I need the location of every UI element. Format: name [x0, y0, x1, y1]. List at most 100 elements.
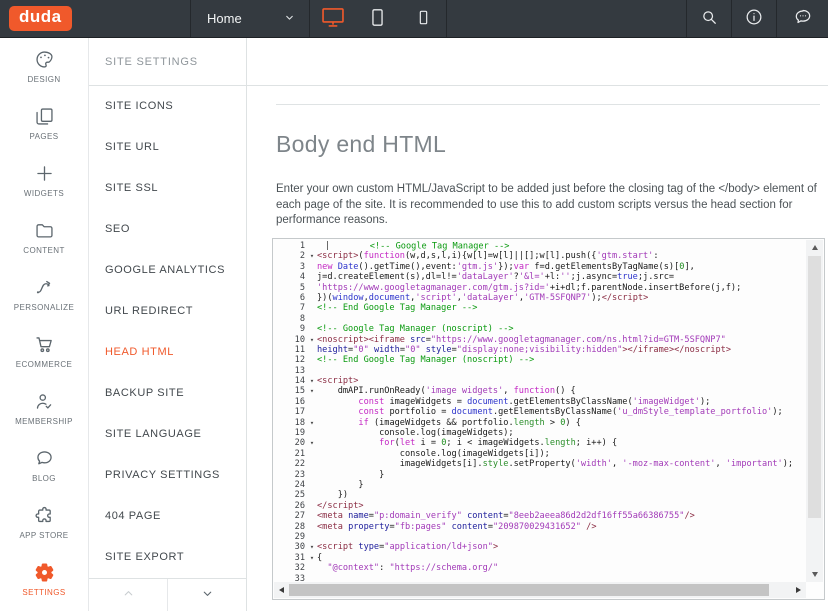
fold-gutter — [307, 563, 317, 573]
nav-item-personalize[interactable]: PERSONALIZE — [0, 266, 88, 323]
nav-item-blog[interactable]: BLOG — [0, 437, 88, 494]
code-text: <noscript><iframe src="https://www.googl… — [317, 335, 805, 345]
fold-gutter — [307, 490, 317, 500]
code-line: 5'https://www.googletagmanager.com/gtm.j… — [273, 283, 805, 293]
fold-arrow-icon[interactable]: ▾ — [307, 553, 317, 563]
settings-menu-item-site-icons[interactable]: SITE ICONS — [89, 85, 246, 126]
code-line: 23 } — [273, 470, 805, 480]
code-text: const portfolio = document.getElementsBy… — [317, 407, 805, 417]
line-number: 8 — [273, 314, 307, 324]
topbar-spacer — [447, 0, 686, 37]
fold-gutter — [307, 241, 317, 251]
vertical-scrollbar-thumb[interactable] — [808, 256, 821, 518]
fold-arrow-icon[interactable]: ▾ — [307, 376, 317, 386]
desktop-preview-button[interactable] — [310, 0, 355, 37]
nav-item-widgets[interactable]: WIDGETS — [0, 152, 88, 209]
code-text: </script> — [317, 501, 805, 511]
shuffle-icon — [34, 277, 55, 298]
page-selector-dropdown[interactable]: Home — [190, 0, 310, 37]
search-button[interactable] — [686, 0, 731, 37]
chat-bubble-icon — [34, 448, 55, 469]
settings-menu-item-seo[interactable]: SEO — [89, 208, 246, 249]
logo-section: duda — [0, 0, 190, 37]
line-number: 14 — [273, 376, 307, 386]
main-nav: DESIGNPAGESWIDGETSCONTENTPERSONALIZEECOM… — [0, 38, 89, 611]
settings-menu-item-site-language[interactable]: SITE LANGUAGE — [89, 413, 246, 454]
code-editor[interactable]: 1 <!-- Google Tag Manager -->2▾<script>(… — [272, 238, 825, 600]
nav-item-label: BLOG — [32, 474, 56, 483]
settings-menu-item-head-html[interactable]: HEAD HTML — [89, 331, 246, 372]
fold-arrow-icon[interactable]: ▾ — [307, 386, 317, 396]
line-number: 10 — [273, 335, 307, 345]
code-line: 12<!-- End Google Tag Manager (noscript)… — [273, 355, 805, 365]
line-number: 15 — [273, 386, 307, 396]
settings-menu-item-site-export[interactable]: SITE EXPORT — [89, 536, 246, 577]
fold-arrow-icon[interactable]: ▾ — [307, 251, 317, 261]
line-number: 2 — [273, 251, 307, 261]
line-number: 5 — [273, 283, 307, 293]
settings-menu-item-privacy-settings[interactable]: PRIVACY SETTINGS — [89, 454, 246, 495]
nav-item-ecommerce[interactable]: ECOMMERCE — [0, 323, 88, 380]
scrollbar-left-arrow-icon[interactable] — [274, 582, 289, 598]
nav-item-content[interactable]: CONTENT — [0, 209, 88, 266]
line-number: 3 — [273, 262, 307, 272]
code-line: 10▾<noscript><iframe src="https://www.go… — [273, 335, 805, 345]
line-number: 23 — [273, 470, 307, 480]
code-line: 16 const imageWidgets = document.getElem… — [273, 397, 805, 407]
nav-item-pages[interactable]: PAGES — [0, 95, 88, 152]
code-line: 20▾ for(let i = 0; i < imageWidgets.leng… — [273, 438, 805, 448]
help-chat-button[interactable] — [776, 0, 828, 37]
fold-gutter — [307, 324, 317, 334]
line-number: 4 — [273, 272, 307, 282]
page-selector-label: Home — [207, 11, 242, 26]
page-description: Enter your own custom HTML/JavaScript to… — [276, 182, 821, 229]
puzzle-icon — [34, 505, 55, 526]
fold-arrow-icon[interactable]: ▾ — [307, 335, 317, 345]
nav-item-design[interactable]: DESIGN — [0, 38, 88, 95]
settings-menu-item-url-redirect[interactable]: URL REDIRECT — [89, 290, 246, 331]
fold-arrow-icon[interactable]: ▾ — [307, 418, 317, 428]
settings-menu-item-site-ssl[interactable]: SITE SSL — [89, 167, 246, 208]
nav-item-label: SETTINGS — [22, 588, 65, 597]
editor-horizontal-scrollbar[interactable] — [274, 582, 806, 598]
duda-logo[interactable]: duda — [9, 6, 72, 32]
settings-menu-item-backup-site[interactable]: BACKUP SITE — [89, 372, 246, 413]
line-number: 29 — [273, 532, 307, 542]
scrollbar-up-arrow-icon[interactable] — [806, 240, 823, 255]
scrollbar-down-arrow-icon[interactable] — [806, 567, 823, 582]
nav-item-app-store[interactable]: APP STORE — [0, 494, 88, 551]
fold-arrow-icon[interactable]: ▾ — [307, 542, 317, 552]
fold-gutter — [307, 407, 317, 417]
folder-icon — [34, 220, 55, 241]
fold-arrow-icon[interactable]: ▾ — [307, 438, 317, 448]
menu-scroll-up-button[interactable] — [89, 579, 168, 611]
code-line: 30▾<script type="application/ld+json"> — [273, 542, 805, 552]
line-number: 30 — [273, 542, 307, 552]
mobile-preview-button[interactable] — [401, 0, 446, 37]
nav-item-membership[interactable]: MEMBERSHIP — [0, 380, 88, 437]
menu-scroll-down-button[interactable] — [168, 579, 246, 611]
code-line: 3new Date().getTime(),event:'gtm.js'});v… — [273, 262, 805, 272]
palette-icon — [34, 49, 55, 70]
code-line: 25 }) — [273, 490, 805, 500]
tablet-icon — [367, 7, 388, 31]
settings-menu-item-site-url[interactable]: SITE URL — [89, 126, 246, 167]
chevron-down-icon — [201, 587, 214, 603]
info-button[interactable] — [731, 0, 776, 37]
tablet-preview-button[interactable] — [355, 0, 400, 37]
code-text: <script type="application/ld+json"> — [317, 542, 805, 552]
horizontal-scrollbar-thumb[interactable] — [289, 584, 769, 596]
code-text — [317, 574, 805, 583]
settings-menu-item-google-analytics[interactable]: GOOGLE ANALYTICS — [89, 249, 246, 290]
editor-vertical-scrollbar[interactable] — [806, 240, 823, 582]
chevron-up-icon — [122, 587, 135, 603]
settings-menu-item-404-page[interactable]: 404 PAGE — [89, 495, 246, 536]
scrollbar-right-arrow-icon[interactable] — [791, 582, 806, 598]
code-text: <meta property="fb:pages" content="20987… — [317, 522, 805, 532]
fold-gutter — [307, 355, 317, 365]
mobile-icon — [414, 8, 433, 30]
code-line: 21 console.log(imageWidgets[i]); — [273, 449, 805, 459]
nav-item-settings[interactable]: SETTINGS — [0, 551, 88, 608]
chat-dots-icon — [793, 7, 813, 30]
line-number: 11 — [273, 345, 307, 355]
